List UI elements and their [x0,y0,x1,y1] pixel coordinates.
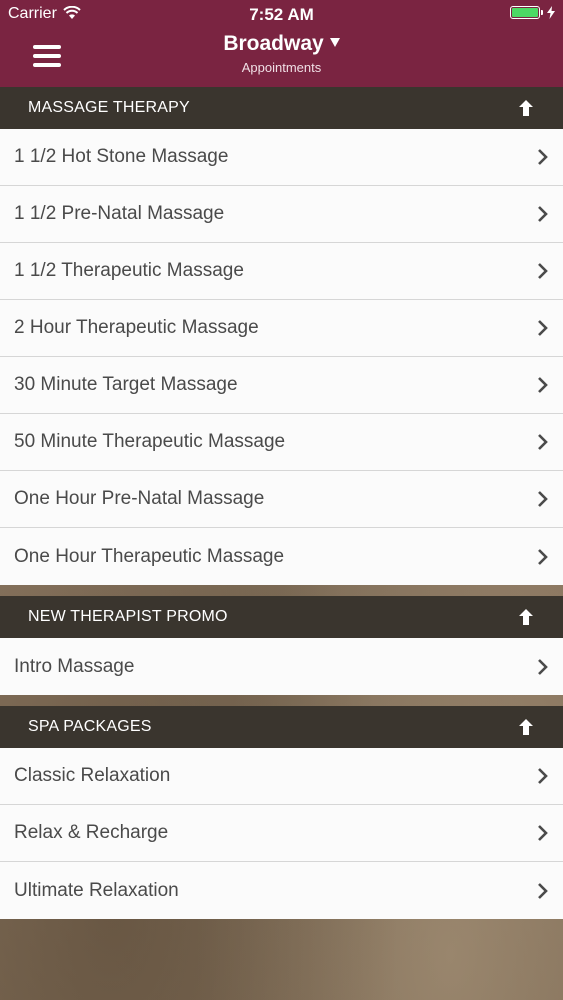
list-item[interactable]: Ultimate Relaxation [0,862,563,919]
battery-indicator [510,6,555,19]
dropdown-caret-icon [329,37,340,47]
list-item-label: 1 1/2 Pre-Natal Massage [14,203,225,224]
section-title: SPA PACKAGES [28,718,152,735]
list-item-label: 50 Minute Therapeutic Massage [14,431,286,452]
list-item[interactable]: 30 Minute Target Massage [0,357,563,414]
collapse-up-arrow-icon[interactable] [517,99,535,117]
list-item[interactable]: 2 Hour Therapeutic Massage [0,300,563,357]
list-item[interactable]: 1 1/2 Therapeutic Massage [0,243,563,300]
section-header-new-therapist-promo[interactable]: NEW THERAPIST PROMO [0,596,563,638]
list-item[interactable]: Classic Relaxation [0,748,563,805]
list-item-label: One Hour Therapeutic Massage [14,545,285,567]
location-selector[interactable]: Broadway [223,32,340,56]
collapse-up-arrow-icon[interactable] [517,608,535,626]
section-items-spa-packages: Classic Relaxation Relax & Recharge Ulti… [0,748,563,919]
chevron-right-icon [538,882,548,899]
section-header-massage-therapy[interactable]: MASSAGE THERAPY [0,87,563,129]
list-item-label: Intro Massage [14,655,135,677]
list-item-label: Classic Relaxation [14,765,171,786]
clock: 7:52 AM [249,5,314,24]
chevron-right-icon [538,377,548,393]
list-item-label: 2 Hour Therapeutic Massage [14,317,259,338]
list-item[interactable]: 1 1/2 Hot Stone Massage [0,129,563,186]
list-item-label: 1 1/2 Therapeutic Massage [14,260,244,281]
app-header: Carrier 7:52 AM Broadway Appointments [0,0,563,88]
page-title: Broadway [223,32,324,55]
section-items-massage-therapy: 1 1/2 Hot Stone Massage 1 1/2 Pre-Natal … [0,129,563,585]
list-item-label: 30 Minute Target Massage [14,374,238,395]
chevron-right-icon [538,491,548,507]
status-bar: Carrier 7:52 AM [0,0,563,28]
chevron-right-icon [538,434,548,450]
section-title: MASSAGE THERAPY [28,99,190,116]
battery-icon [510,6,540,19]
list-item[interactable]: One Hour Pre-Natal Massage [0,471,563,528]
chevron-right-icon [538,768,548,784]
list-item-label: One Hour Pre-Natal Massage [14,488,265,509]
list-item[interactable]: One Hour Therapeutic Massage [0,528,563,585]
list-item-label: 1 1/2 Hot Stone Massage [14,146,229,167]
list-item[interactable]: Intro Massage [0,638,563,695]
title-area: Broadway Appointments [0,32,563,75]
section-title: NEW THERAPIST PROMO [28,608,228,625]
section-header-spa-packages[interactable]: SPA PACKAGES [0,706,563,748]
list-item[interactable]: 50 Minute Therapeutic Massage [0,414,563,471]
chevron-right-icon [538,320,548,336]
collapse-up-arrow-icon[interactable] [517,718,535,736]
chevron-right-icon [538,825,548,841]
list-item[interactable]: 1 1/2 Pre-Natal Massage [0,186,563,243]
service-list: MASSAGE THERAPY 1 1/2 Hot Stone Massage … [0,87,563,919]
chevron-right-icon [538,206,548,222]
list-item[interactable]: Relax & Recharge [0,805,563,862]
list-item-label: Relax & Recharge [14,822,169,843]
page-subtitle: Appointments [241,60,322,75]
chevron-right-icon [538,149,548,165]
charging-bolt-icon [547,6,555,19]
list-item-label: Ultimate Relaxation [14,879,179,901]
chevron-right-icon [538,548,548,565]
section-items-new-therapist-promo: Intro Massage [0,638,563,695]
chevron-right-icon [538,658,548,675]
chevron-right-icon [538,263,548,279]
